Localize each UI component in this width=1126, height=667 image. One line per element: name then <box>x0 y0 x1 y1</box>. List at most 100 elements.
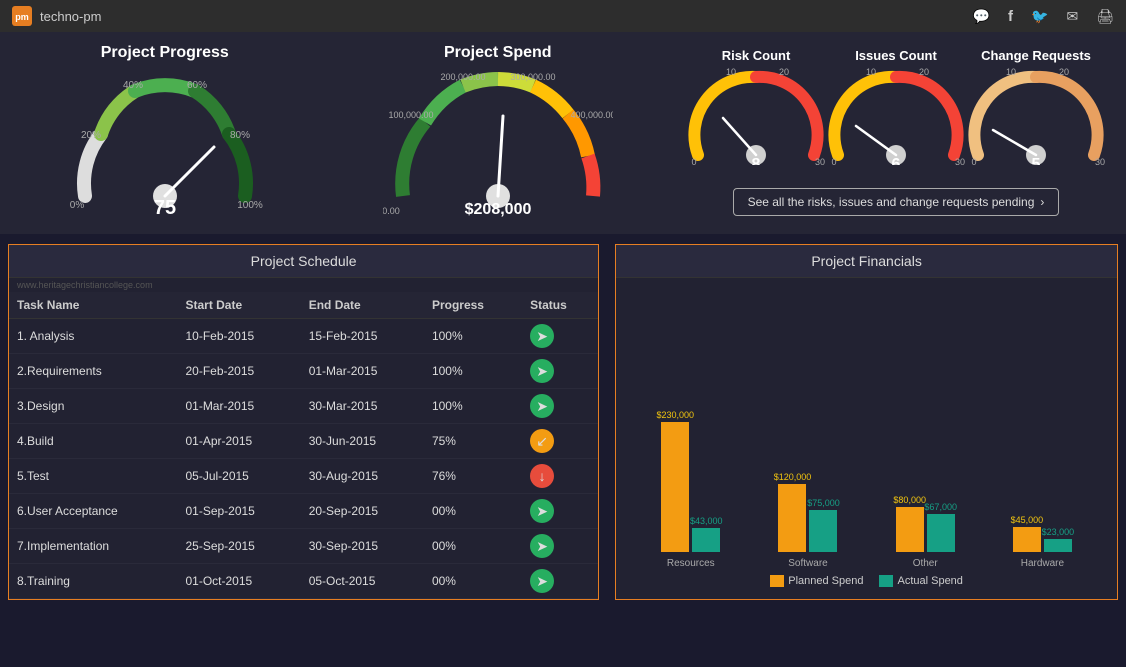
schedule-tbody: 1. Analysis 10-Feb-2015 15-Feb-2015 100%… <box>9 319 598 599</box>
actual-fill <box>927 514 955 552</box>
planned-fill <box>778 484 806 552</box>
progress: 100% <box>424 354 522 389</box>
end-date: 30-Jun-2015 <box>301 424 424 459</box>
end-date: 20-Sep-2015 <box>301 494 424 529</box>
bar-pair: $120,000 $75,000 <box>778 472 837 552</box>
schedule-thead: Task Name Start Date End Date Progress S… <box>9 292 598 319</box>
task-name: 3.Design <box>9 389 177 424</box>
svg-text:400,000.00: 400,000.00 <box>570 110 613 120</box>
progress: 100% <box>424 389 522 424</box>
schedule-panel: Project Schedule www.heritagechristianco… <box>8 244 599 600</box>
chart-area: $230,000 $43,000 Resources $120,000 $75,… <box>616 278 1117 592</box>
project-spend-svg-wrap: 0.00 100,000.00 200,000.00 300,000.00 40… <box>383 66 613 226</box>
facebook-icon[interactable]: f <box>1008 8 1013 25</box>
svg-text:30: 30 <box>815 157 825 165</box>
svg-text:75: 75 <box>154 197 176 219</box>
svg-text:$208,000: $208,000 <box>464 201 531 218</box>
app-title: techno-pm <box>40 9 101 24</box>
end-date: 01-Mar-2015 <box>301 354 424 389</box>
planned-bar: $80,000 <box>896 495 924 552</box>
svg-text:0: 0 <box>971 157 976 165</box>
status-cell: ➤ <box>522 494 598 529</box>
svg-text:pm: pm <box>15 12 29 22</box>
svg-text:10: 10 <box>726 67 736 77</box>
actual-label: $67,000 <box>924 502 957 512</box>
bar-category: Resources <box>667 558 715 569</box>
svg-text:0: 0 <box>691 157 696 165</box>
svg-text:0.00: 0.00 <box>383 206 400 216</box>
bar-group: $45,000 $23,000 Hardware <box>988 515 1097 569</box>
issues-count-gauge: Issues Count 0 10 20 30 6 <box>826 48 966 170</box>
start-date: 20-Feb-2015 <box>177 354 300 389</box>
small-gauges-row: Risk Count 0 10 20 30 <box>686 44 1106 174</box>
chat-icon[interactable]: 💬 <box>973 8 990 25</box>
bottom-section: Project Schedule www.heritagechristianco… <box>0 236 1126 608</box>
svg-text:100%: 100% <box>237 200 263 211</box>
planned-fill <box>661 422 689 552</box>
project-progress-svg-wrap: 0% 20% 40% 60% 80% 100% 75 <box>65 66 265 226</box>
svg-text:100,000.00: 100,000.00 <box>388 110 433 120</box>
start-date: 01-Sep-2015 <box>177 494 300 529</box>
project-progress-gauge: Project Progress 0% 20% 40% 60% 80% <box>20 44 310 226</box>
planned-bar: $120,000 <box>778 472 806 552</box>
email-icon[interactable]: ✉ <box>1066 8 1078 25</box>
actual-fill <box>809 510 837 552</box>
status-cell: ➤ <box>522 564 598 599</box>
status-icon: ➤ <box>530 569 554 593</box>
planned-label: $45,000 <box>1011 515 1044 525</box>
see-all-label: See all the risks, issues and change req… <box>748 195 1035 209</box>
planned-fill <box>896 507 924 552</box>
status-icon: ➤ <box>530 499 554 523</box>
svg-text:30: 30 <box>955 157 965 165</box>
task-name: 6.User Acceptance <box>9 494 177 529</box>
svg-text:80%: 80% <box>230 130 250 141</box>
bar-category: Software <box>788 558 827 569</box>
progress: 00% <box>424 494 522 529</box>
topbar-icons: 💬 f 🐦 ✉ 🖨 <box>973 8 1114 25</box>
status-cell: ➤ <box>522 319 598 354</box>
start-date: 10-Feb-2015 <box>177 319 300 354</box>
svg-text:300,000.00: 300,000.00 <box>510 72 555 82</box>
planned-fill <box>1013 527 1041 552</box>
risk-count-title: Risk Count <box>686 48 826 63</box>
task-name: 4.Build <box>9 424 177 459</box>
progress: 100% <box>424 319 522 354</box>
status-icon: ➤ <box>530 324 554 348</box>
task-name: 1. Analysis <box>9 319 177 354</box>
svg-text:20%: 20% <box>81 130 101 141</box>
status-cell: ➤ <box>522 529 598 564</box>
status-icon: ↙ <box>530 429 554 453</box>
svg-text:10: 10 <box>1006 67 1016 77</box>
end-date: 15-Feb-2015 <box>301 319 424 354</box>
planned-label: $120,000 <box>774 472 812 482</box>
issues-count-title: Issues Count <box>826 48 966 63</box>
table-row: 3.Design 01-Mar-2015 30-Mar-2015 100% ➤ <box>9 389 598 424</box>
end-date: 30-Aug-2015 <box>301 459 424 494</box>
status-icon: ➤ <box>530 359 554 383</box>
print-icon[interactable]: 🖨 <box>1096 8 1114 25</box>
svg-text:8: 8 <box>752 156 761 165</box>
right-gauges: Risk Count 0 10 20 30 <box>686 44 1106 216</box>
actual-bar: $75,000 <box>809 498 837 552</box>
bar-category: Hardware <box>1021 558 1064 569</box>
start-date: 01-Oct-2015 <box>177 564 300 599</box>
end-date: 05-Oct-2015 <box>301 564 424 599</box>
task-name: 2.Requirements <box>9 354 177 389</box>
twitter-icon[interactable]: 🐦 <box>1031 8 1048 25</box>
risk-count-gauge: Risk Count 0 10 20 30 <box>686 48 826 170</box>
svg-text:60%: 60% <box>187 80 207 91</box>
svg-text:10: 10 <box>866 67 876 77</box>
svg-text:40%: 40% <box>123 80 143 91</box>
topbar: pm techno-pm 💬 f 🐦 ✉ 🖨 <box>0 0 1126 32</box>
col-task: Task Name <box>9 292 177 319</box>
col-end: End Date <box>301 292 424 319</box>
see-all-button[interactable]: See all the risks, issues and change req… <box>733 188 1060 216</box>
actual-fill <box>692 528 720 552</box>
svg-text:20: 20 <box>779 67 789 77</box>
task-name: 7.Implementation <box>9 529 177 564</box>
svg-text:20: 20 <box>919 67 929 77</box>
project-progress-title: Project Progress <box>20 44 310 62</box>
status-cell: ➤ <box>522 354 598 389</box>
start-date: 01-Mar-2015 <box>177 389 300 424</box>
planned-label: $230,000 <box>657 410 695 420</box>
